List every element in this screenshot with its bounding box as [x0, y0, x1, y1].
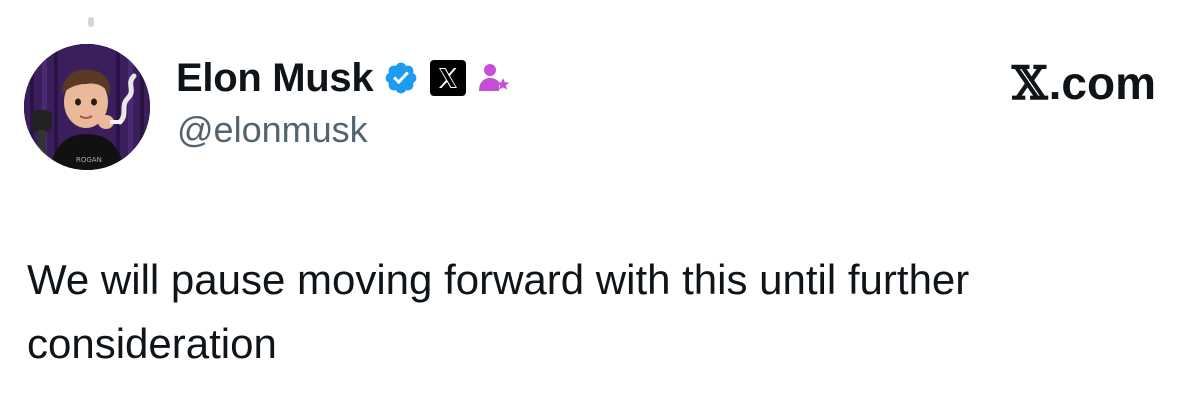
tweet-card: ROGAN Elon Musk @elonmusk 𝕏 .com We will… [0, 0, 1200, 418]
display-name[interactable]: Elon Musk [176, 58, 374, 98]
verified-badge-icon[interactable] [383, 60, 419, 96]
author-name-row: Elon Musk [176, 52, 511, 104]
tweet-text: We will pause moving forward with this u… [27, 256, 970, 367]
x-logo-icon: 𝕏 [1011, 56, 1048, 110]
svg-text:ROGAN: ROGAN [76, 156, 102, 164]
avatar[interactable]: ROGAN [24, 44, 150, 170]
scroll-indicator [88, 17, 94, 27]
avatar-image: ROGAN [24, 44, 150, 170]
site-mark: 𝕏 .com [1012, 60, 1156, 106]
author-handle[interactable]: @elonmusk [177, 112, 368, 148]
x-affiliate-icon[interactable] [429, 59, 467, 97]
site-domain: .com [1048, 57, 1156, 109]
person-star-icon[interactable] [477, 61, 511, 95]
